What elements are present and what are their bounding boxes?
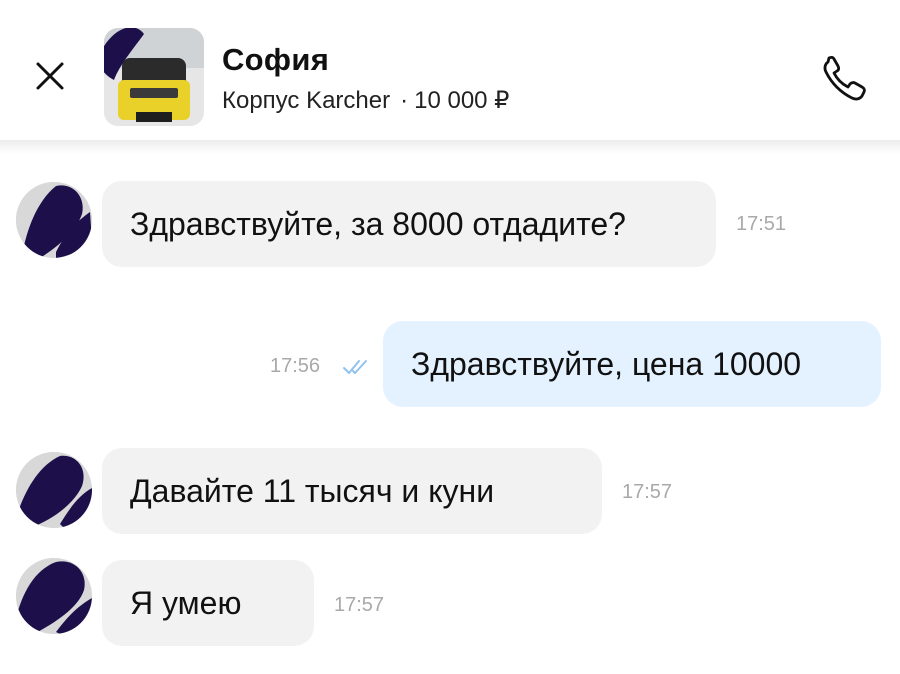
message-time: 17:57 [334,594,385,616]
sender-avatar[interactable] [16,182,92,258]
message-bubble-incoming[interactable]: Давайте 11 тысяч и куни [102,448,602,534]
double-check-icon [343,360,367,374]
phone-icon [823,55,866,101]
sender-avatar[interactable] [16,558,92,634]
close-button[interactable] [28,54,72,98]
header-divider [0,140,900,154]
avatar-redaction [16,558,92,634]
message-text: Я умею [130,584,242,621]
sender-avatar[interactable] [16,452,92,528]
item-separator: · [400,87,409,114]
close-icon [36,62,64,90]
message-time: 17:51 [736,213,787,235]
message-text: Здравствуйте, цена 10000 [411,345,802,382]
contact-name[interactable]: София [222,42,329,78]
avatar-redaction [16,182,92,258]
item-info[interactable]: Корпус Karcher · 10 000 ₽ [222,86,509,115]
message-bubble-outgoing[interactable]: Здравствуйте, цена 10000 [383,321,881,407]
message-text: Давайте 11 тысяч и куни [130,472,495,509]
item-thumbnail[interactable] [104,28,204,126]
item-photo [104,28,204,126]
message-time: 17:57 [622,481,673,503]
message-text: Здравствуйте, за 8000 отдадите? [130,205,626,242]
message-bubble-incoming[interactable]: Здравствуйте, за 8000 отдадите? [102,181,716,267]
call-button[interactable] [818,54,870,102]
message-time: 17:56 [270,355,321,377]
item-price: 10 000 ₽ [414,87,510,114]
message-bubble-incoming[interactable]: Я умею [102,560,314,646]
chat-header: София Корпус Karcher · 10 000 ₽ [0,0,900,140]
avatar-redaction [16,452,92,528]
item-title: Корпус Karcher [222,87,391,114]
